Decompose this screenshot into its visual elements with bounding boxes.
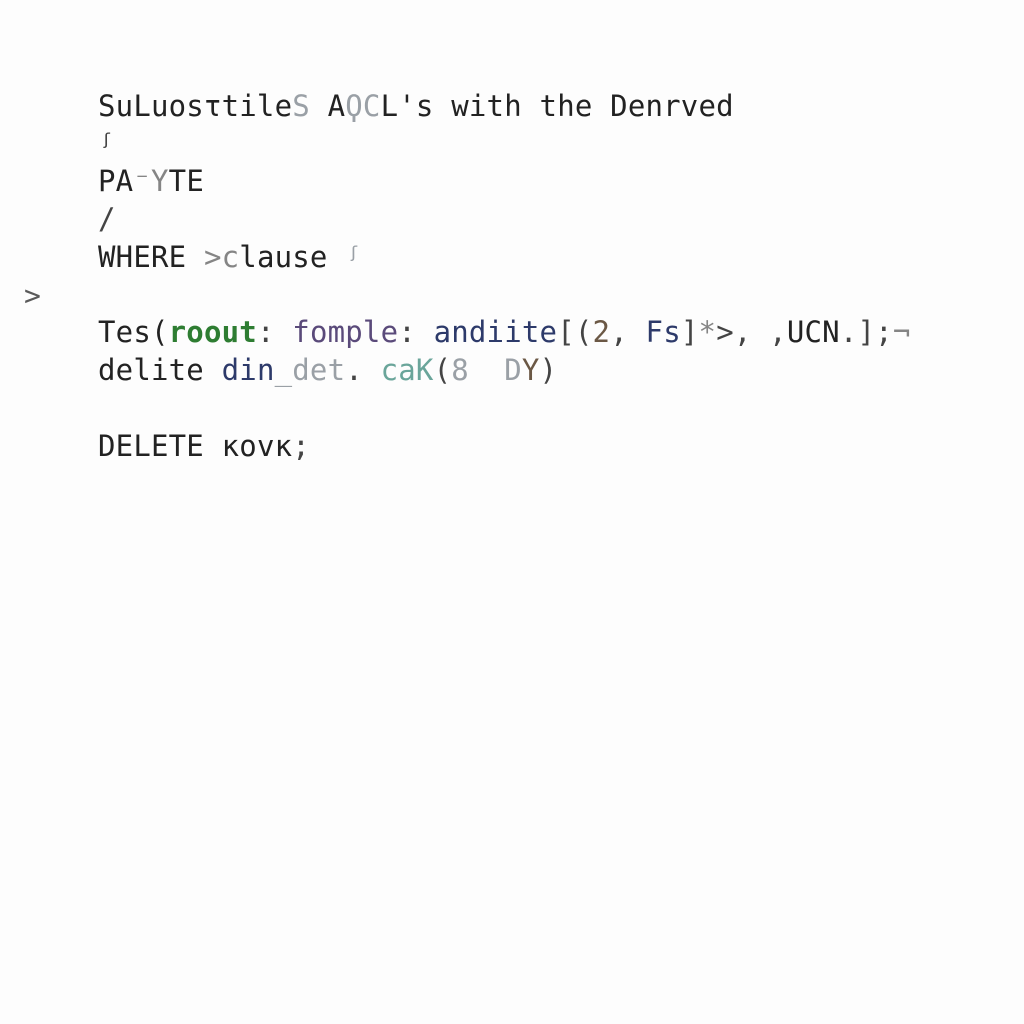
token: >c: [204, 240, 239, 274]
token: Y: [522, 353, 540, 387]
blank-line: [98, 276, 1004, 314]
code-editor[interactable]: > SuLuosτtileS AϘϹL's with the Denrved ᶴ…: [0, 0, 1024, 486]
token: .];: [840, 315, 893, 349]
token: ,: [610, 315, 645, 349]
token: PA: [98, 164, 133, 198]
code-line: DELETE ĸovĸ;: [98, 428, 1004, 466]
token: SuLuosτtile: [98, 89, 292, 123]
token: S: [292, 89, 310, 123]
token: ĸovĸ: [222, 429, 293, 463]
token: 2: [593, 315, 611, 349]
token: UCN: [787, 315, 840, 349]
token: L's with the Denrved: [381, 89, 734, 123]
token: DELETE: [98, 429, 222, 463]
token: ¬: [893, 315, 911, 349]
token: (: [434, 353, 452, 387]
code-line: ᶴ: [98, 126, 1004, 164]
token: *: [699, 315, 717, 349]
token: A: [310, 89, 345, 123]
token: delite: [98, 353, 222, 387]
token: WHERE: [98, 240, 204, 274]
token: 8 D: [451, 353, 522, 387]
token: TE: [169, 164, 204, 198]
token: andiite: [434, 315, 558, 349]
token: din: [222, 353, 275, 387]
token: [(: [557, 315, 592, 349]
token: :: [398, 315, 433, 349]
token: ᶴ: [345, 240, 363, 274]
code-line: /: [98, 201, 1004, 239]
code-line: SuLuosτtileS AϘϹL's with the Denrved: [98, 88, 1004, 126]
code-line: delite din_det. caK(8 DY): [98, 352, 1004, 390]
token: ;: [292, 429, 310, 463]
token: ]: [681, 315, 699, 349]
code-line: Tes(roout: fomple: andiite[(2, Fs]*>, ,U…: [98, 314, 1004, 352]
token: .: [345, 353, 380, 387]
token: :: [257, 315, 292, 349]
token: ϘϹ: [345, 89, 380, 123]
token: _det: [275, 353, 346, 387]
token: lause: [239, 240, 345, 274]
prompt-caret-icon: >: [24, 278, 41, 314]
code-line: WHERE >clause ᶴ: [98, 239, 1004, 277]
token: Tes(: [98, 315, 169, 349]
blank-line: [98, 390, 1004, 428]
token: ᶴ: [98, 127, 116, 161]
token: /: [98, 202, 116, 236]
gutter: >: [24, 0, 64, 486]
token: roout: [169, 315, 257, 349]
token: Fs: [646, 315, 681, 349]
token: caK: [381, 353, 434, 387]
token: ⁻Y: [133, 164, 168, 198]
token: ): [540, 353, 558, 387]
token: fomple: [292, 315, 398, 349]
code-line: PA⁻YTE: [98, 163, 1004, 201]
token: >, ,: [716, 315, 787, 349]
